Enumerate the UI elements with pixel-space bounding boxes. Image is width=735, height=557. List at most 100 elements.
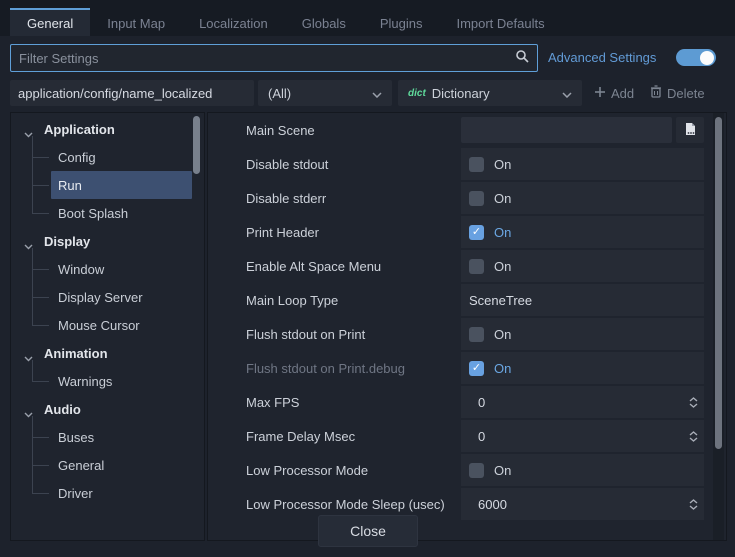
chevron-down-icon bbox=[562, 86, 572, 101]
tree-section: Display Window Display Server Mouse Cursor bbox=[11, 227, 192, 339]
setting-label: Print Header bbox=[246, 215, 319, 249]
settings-list-panel: Main Scene Disable stdout On Disable std… bbox=[207, 112, 727, 541]
setting-value: On bbox=[461, 182, 704, 214]
main-scene-field[interactable] bbox=[461, 117, 672, 143]
setting-value bbox=[461, 114, 704, 146]
setting-row: Print Header ✓On bbox=[208, 215, 726, 249]
setting-row: Frame Delay Msec 0 bbox=[208, 419, 726, 453]
settings-rows: Main Scene Disable stdout On Disable std… bbox=[208, 113, 726, 521]
tree-children: Warnings bbox=[11, 367, 192, 395]
tab-import-defaults[interactable]: Import Defaults bbox=[439, 8, 561, 36]
tree-section-header[interactable]: Application bbox=[11, 115, 192, 143]
tab-general[interactable]: General bbox=[10, 8, 90, 36]
property-path-input[interactable]: application/config/name_localized bbox=[10, 80, 254, 106]
tree-section: Animation Warnings bbox=[11, 339, 192, 395]
delete-property-button[interactable]: Delete bbox=[650, 80, 705, 106]
tree-item-general[interactable]: General bbox=[51, 451, 192, 479]
feature-filter-select[interactable]: (All) bbox=[258, 80, 392, 106]
checkbox[interactable]: ✓ bbox=[469, 225, 484, 240]
on-label: On bbox=[494, 327, 511, 342]
tree-item-driver[interactable]: Driver bbox=[51, 479, 192, 507]
setting-row: Main Scene bbox=[208, 113, 726, 147]
spinbox-updown-icon[interactable] bbox=[689, 397, 698, 408]
tree-item-warnings[interactable]: Warnings bbox=[51, 367, 192, 395]
property-bar: application/config/name_localized (All) … bbox=[0, 80, 735, 106]
checkbox[interactable] bbox=[469, 259, 484, 274]
on-label: On bbox=[494, 191, 511, 206]
setting-value: On bbox=[461, 148, 704, 180]
checkbox[interactable] bbox=[469, 463, 484, 478]
project-settings-dialog: General Input Map Localization Globals Plugi… bbox=[0, 0, 735, 557]
setting-value: ✓On bbox=[461, 216, 704, 248]
setting-value: 0 bbox=[461, 386, 704, 418]
tab-globals[interactable]: Globals bbox=[285, 8, 363, 36]
setting-value: ✓On bbox=[461, 352, 704, 384]
tree-item-run[interactable]: Run bbox=[51, 171, 192, 199]
tab-label: General bbox=[27, 16, 73, 31]
tree-children: Window Display Server Mouse Cursor bbox=[11, 255, 192, 339]
settings-category-tree: Application Config Run Boot Splash Display… bbox=[10, 112, 205, 541]
setting-value: On bbox=[461, 318, 704, 350]
dialog-body: Filter Settings Advanced Settings applic… bbox=[0, 36, 735, 557]
tree-section-label: Animation bbox=[44, 346, 108, 361]
tree-item-buses[interactable]: Buses bbox=[51, 423, 192, 451]
tree-children: Buses General Driver bbox=[11, 423, 192, 507]
spinbox-value[interactable]: 6000 bbox=[478, 497, 689, 512]
tab-label: Globals bbox=[302, 16, 346, 31]
spinbox-updown-icon[interactable] bbox=[689, 499, 698, 510]
add-property-button[interactable]: Add bbox=[594, 80, 634, 106]
text-field-value[interactable]: SceneTree bbox=[469, 293, 532, 308]
setting-label: Disable stderr bbox=[246, 181, 326, 215]
tab-label: Plugins bbox=[380, 16, 423, 31]
setting-value: On bbox=[461, 454, 704, 486]
trash-icon bbox=[650, 85, 662, 101]
tree-item-config[interactable]: Config bbox=[51, 143, 192, 171]
file-picker-button[interactable] bbox=[676, 117, 704, 143]
setting-label: Disable stdout bbox=[246, 147, 328, 181]
tree-section-header[interactable]: Animation bbox=[11, 339, 192, 367]
tab-label: Import Defaults bbox=[456, 16, 544, 31]
tree-section-header[interactable]: Audio bbox=[11, 395, 192, 423]
checkbox[interactable] bbox=[469, 191, 484, 206]
plus-icon bbox=[594, 86, 606, 101]
spinbox-value[interactable]: 0 bbox=[478, 429, 689, 444]
setting-row: Enable Alt Space Menu On bbox=[208, 249, 726, 283]
settings-scrollbar-thumb[interactable] bbox=[715, 117, 722, 449]
setting-row: Main Loop Type SceneTree bbox=[208, 283, 726, 317]
tab-label: Input Map bbox=[107, 16, 165, 31]
advanced-settings-label: Advanced Settings bbox=[548, 50, 656, 65]
tree-item-mouse-cursor[interactable]: Mouse Cursor bbox=[51, 311, 192, 339]
tree-item-label: Run bbox=[58, 178, 82, 193]
checkbox[interactable]: ✓ bbox=[469, 361, 484, 376]
setting-label: Enable Alt Space Menu bbox=[246, 249, 381, 283]
setting-row: Disable stdout On bbox=[208, 147, 726, 181]
filter-settings-input[interactable]: Filter Settings bbox=[10, 44, 538, 72]
setting-value: 0 bbox=[461, 420, 704, 452]
tree-item-boot-splash[interactable]: Boot Splash bbox=[51, 199, 192, 227]
setting-value: On bbox=[461, 250, 704, 282]
spinbox-updown-icon[interactable] bbox=[689, 431, 698, 442]
advanced-settings-toggle[interactable] bbox=[676, 49, 716, 66]
setting-row: Disable stderr On bbox=[208, 181, 726, 215]
spinbox-value[interactable]: 0 bbox=[478, 395, 689, 410]
tree-item-label: Window bbox=[58, 262, 104, 277]
chevron-down-icon bbox=[372, 86, 382, 101]
tree-item-window[interactable]: Window bbox=[51, 255, 192, 283]
tab-localization[interactable]: Localization bbox=[182, 8, 285, 36]
sidebar-scrollbar-thumb[interactable] bbox=[193, 116, 200, 174]
close-button[interactable]: Close bbox=[318, 515, 418, 547]
type-select[interactable]: dict Dictionary bbox=[398, 80, 582, 106]
tree-item-display-server[interactable]: Display Server bbox=[51, 283, 192, 311]
tree-item-label: Mouse Cursor bbox=[58, 318, 140, 333]
tree-section-label: Audio bbox=[44, 402, 81, 417]
tree-section-header[interactable]: Display bbox=[11, 227, 192, 255]
tree-section-label: Display bbox=[44, 234, 90, 249]
checkbox[interactable] bbox=[469, 157, 484, 172]
checkbox[interactable] bbox=[469, 327, 484, 342]
tab-input-map[interactable]: Input Map bbox=[90, 8, 182, 36]
tree-item-label: General bbox=[58, 458, 104, 473]
tab-plugins[interactable]: Plugins bbox=[363, 8, 440, 36]
tree-item-label: Config bbox=[58, 150, 96, 165]
on-label: On bbox=[494, 157, 511, 172]
tab-bar: General Input Map Localization Globals Plugi… bbox=[10, 8, 735, 36]
